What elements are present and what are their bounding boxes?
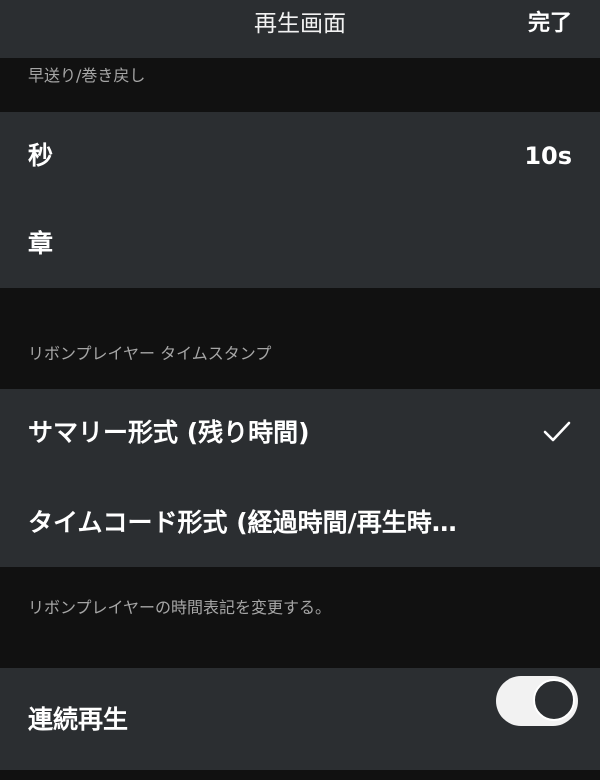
page-title: 再生画面 bbox=[254, 11, 346, 37]
skip-settings-group: 秒 10s 章 bbox=[0, 112, 600, 288]
skip-seconds-label: 秒 bbox=[28, 141, 54, 170]
summary-format-label: サマリー形式 (残り時間) bbox=[28, 418, 310, 447]
check-icon bbox=[543, 421, 571, 442]
section-header-skip: 早送り/巻き戻し bbox=[28, 66, 146, 85]
skip-chapter-label: 章 bbox=[28, 229, 54, 258]
navigation-bar: 再生画面 完了 bbox=[0, 0, 600, 58]
timestamp-settings-group: サマリー形式 (残り時間) タイムコード形式 (経過時間/再生時… bbox=[0, 389, 600, 567]
timecode-format-row[interactable]: タイムコード形式 (経過時間/再生時… bbox=[0, 479, 600, 567]
continuous-play-row: 連続再生 bbox=[0, 676, 600, 764]
continuous-play-group: 連続再生 bbox=[0, 668, 600, 770]
summary-format-row[interactable]: サマリー形式 (残り時間) bbox=[0, 389, 600, 477]
toggle-knob bbox=[533, 679, 575, 721]
timecode-format-label: タイムコード形式 (経過時間/再生時… bbox=[28, 508, 457, 537]
skip-chapter-row[interactable]: 章 bbox=[0, 200, 600, 288]
timestamp-footnote: リボンプレイヤーの時間表記を変更する。 bbox=[28, 598, 332, 617]
continuous-play-toggle[interactable] bbox=[496, 676, 578, 726]
done-button[interactable]: 完了 bbox=[528, 0, 572, 48]
section-header-timestamp: リボンプレイヤー タイムスタンプ bbox=[28, 344, 272, 363]
continuous-play-label: 連続再生 bbox=[28, 705, 129, 734]
skip-seconds-value: 10s bbox=[524, 142, 572, 170]
skip-seconds-row[interactable]: 秒 10s bbox=[0, 112, 600, 200]
